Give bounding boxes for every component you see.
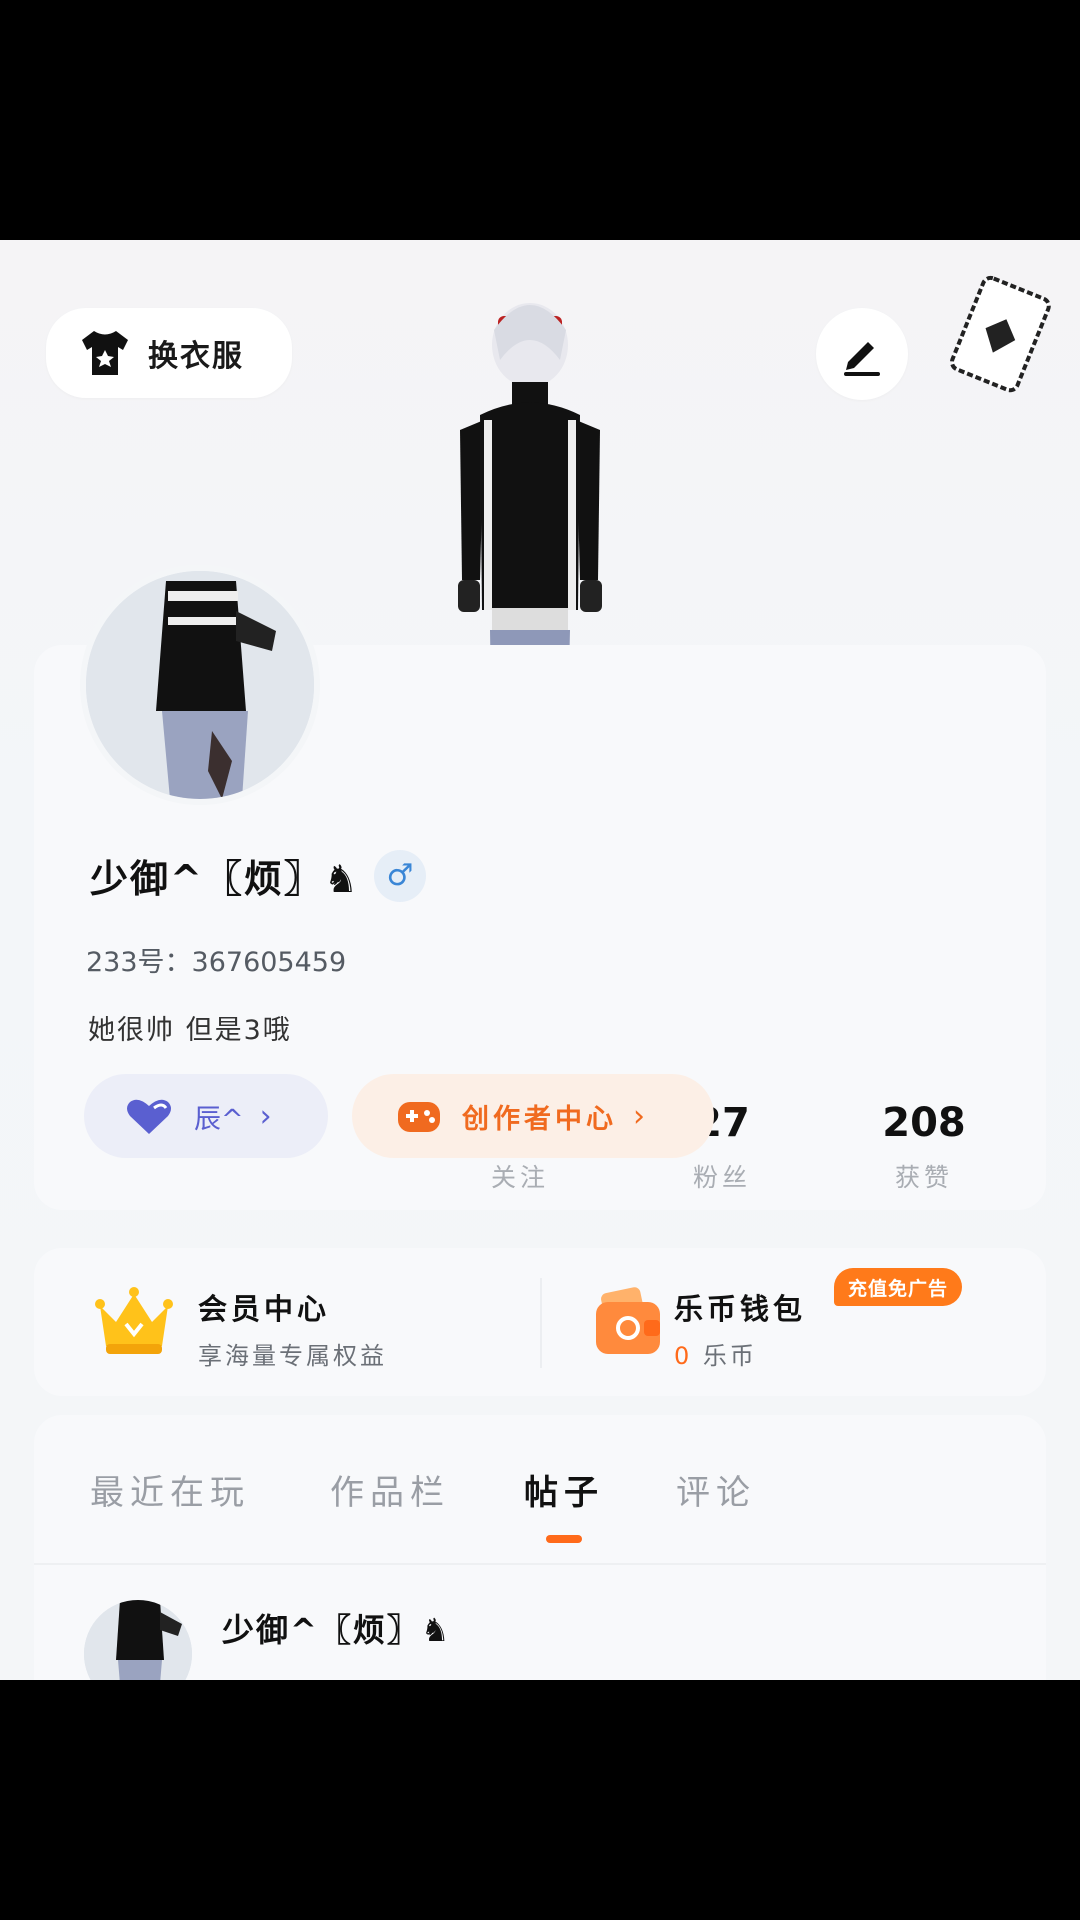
creator-center-label: 创作者中心 [462,1103,617,1135]
card-decoration-icon[interactable] [930,270,1070,400]
wallet-entry[interactable]: 乐币钱包 0 乐币 [542,1248,1046,1396]
shirt-icon [82,331,128,375]
profile-uid[interactable]: 233号：367605459 [86,940,346,979]
post-author-name[interactable]: 少御^〖烦〗♞ [222,1605,452,1651]
likes-label: 获赞 [894,1163,953,1192]
wallet-icon [596,1287,660,1354]
edit-icon [844,342,880,376]
content-tabs-card: 最近在玩 作品栏 帖子 评论 少御^〖烦〗♞ [34,1415,1046,1680]
post-author-avatar[interactable] [84,1600,192,1680]
vip-center-title: 会员中心 [198,1292,331,1326]
change-outfit-button[interactable]: 换衣服 [46,308,292,398]
tab-comments[interactable]: 评论 [676,1465,756,1514]
profile-bio: 她很帅 但是3哦 [88,1015,292,1046]
divider [34,1563,1046,1565]
heart-icon [127,1099,171,1134]
wallet-balance: 0 乐币 [674,1336,757,1371]
chevron-right-icon: › [633,1098,645,1134]
gamepad-icon [398,1102,440,1132]
edit-profile-button[interactable] [816,308,908,400]
services-card: 会员中心 享海量专属权益 乐币钱包 0 乐币 充值免广告 [34,1248,1046,1396]
group-chip-label: 辰^ [194,1103,244,1135]
avatar[interactable] [80,565,320,805]
wallet-promo-badge: 充值免广告 [834,1268,963,1306]
fans-label: 粉丝 [692,1163,751,1192]
vip-center-entry[interactable]: 会员中心 享海量专属权益 [34,1248,540,1396]
chevron-right-icon: › [259,1098,272,1134]
avatar-image [86,571,314,799]
avatar-image [84,1600,192,1680]
active-tab-indicator [546,1535,582,1543]
crown-icon [95,1287,173,1354]
profile-name-row: 少御^〖烦〗♞ ♂ [90,848,426,903]
wallet-unit: 乐币 [702,1342,757,1370]
profile-screen: 换衣服 1 关注 [0,240,1080,1680]
stat-likes[interactable]: 208 获赞 [844,1100,1004,1194]
tab-posts[interactable]: 帖子 [524,1465,604,1514]
following-label: 关注 [490,1163,549,1192]
group-chip-button[interactable]: 辰^ › [84,1074,328,1158]
tab-works[interactable]: 作品栏 [330,1465,450,1514]
vip-center-subtitle: 享海量专属权益 [198,1342,387,1370]
tab-recent-play[interactable]: 最近在玩 [90,1465,250,1514]
gender-male-icon: ♂ [373,849,426,902]
creator-center-button[interactable]: 创作者中心 › [352,1074,714,1158]
profile-name: 少御^〖烦〗♞ [90,857,360,901]
change-outfit-label: 换衣服 [148,339,244,374]
likes-count: 208 [882,1100,966,1146]
wallet-amount: 0 [674,1342,693,1370]
wallet-title: 乐币钱包 [674,1292,807,1326]
